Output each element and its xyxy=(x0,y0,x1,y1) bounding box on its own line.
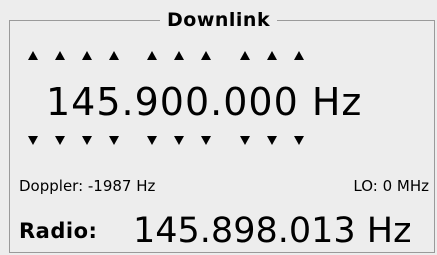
digit-9-down-icon[interactable] xyxy=(267,136,277,145)
radio-label: Radio: xyxy=(19,219,98,243)
digit-3-up-icon[interactable] xyxy=(82,51,92,60)
digit-up-arrows xyxy=(28,51,328,63)
digit-8-down-icon[interactable] xyxy=(240,136,250,145)
digit-1-up-icon[interactable] xyxy=(28,51,38,60)
lo-label: LO: 0 MHz xyxy=(353,177,429,195)
downlink-frequency-display: 145.900.000 Hz xyxy=(46,80,363,124)
digit-5-down-icon[interactable] xyxy=(147,136,157,145)
doppler-label: Doppler: -1987 Hz xyxy=(19,177,156,195)
digit-6-up-icon[interactable] xyxy=(174,51,184,60)
digit-8-up-icon[interactable] xyxy=(240,51,250,60)
digit-2-down-icon[interactable] xyxy=(55,136,65,145)
digit-4-down-icon[interactable] xyxy=(109,136,119,145)
digit-7-down-icon[interactable] xyxy=(201,136,211,145)
digit-6-down-icon[interactable] xyxy=(174,136,184,145)
digit-10-up-icon[interactable] xyxy=(294,51,304,60)
downlink-title: Downlink xyxy=(160,7,278,33)
radio-frequency-display: 145.898.013 Hz xyxy=(133,211,412,251)
digit-9-up-icon[interactable] xyxy=(267,51,277,60)
digit-10-down-icon[interactable] xyxy=(294,136,304,145)
digit-down-arrows xyxy=(28,136,328,148)
digit-3-down-icon[interactable] xyxy=(82,136,92,145)
digit-2-up-icon[interactable] xyxy=(55,51,65,60)
digit-7-up-icon[interactable] xyxy=(201,51,211,60)
digit-1-down-icon[interactable] xyxy=(28,136,38,145)
digit-4-up-icon[interactable] xyxy=(109,51,119,60)
digit-5-up-icon[interactable] xyxy=(147,51,157,60)
